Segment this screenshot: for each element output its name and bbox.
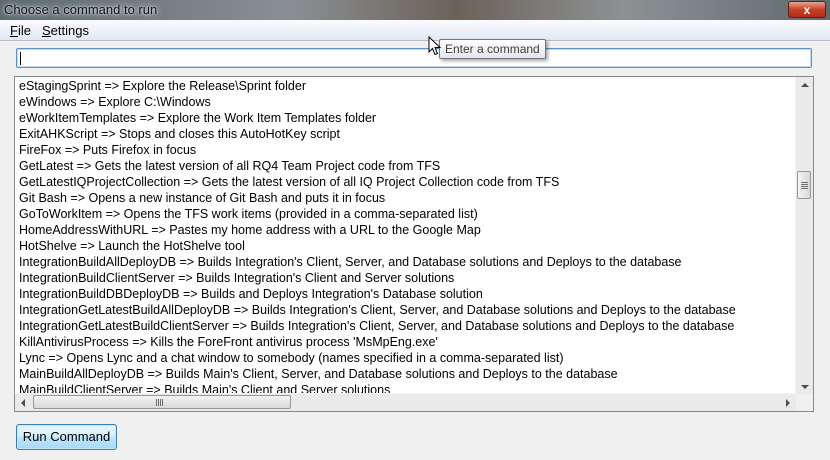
text-caret [20, 52, 21, 65]
window-title: Choose a command to run [4, 2, 158, 17]
list-item[interactable]: IntegrationBuildClientServer => Builds I… [19, 270, 454, 286]
vertical-scroll-thumb[interactable] [797, 171, 811, 199]
list-item[interactable]: HomeAddressWithURL => Pastes my home add… [19, 222, 481, 238]
command-list[interactable]: eStagingSprint => Explore the Release\Sp… [14, 76, 814, 412]
list-item[interactable]: IntegrationGetLatestBuildClientServer =>… [19, 318, 734, 334]
list-item[interactable]: IntegrationGetLatestBuildAllDeployDB => … [19, 302, 736, 318]
list-item[interactable]: FireFox => Puts Firefox in focus [19, 142, 196, 158]
scroll-down-arrow-icon[interactable] [801, 385, 809, 389]
menu-bar: File Settings [0, 20, 830, 41]
list-item[interactable]: eWorkItemTemplates => Explore the Work I… [19, 110, 376, 126]
list-item[interactable]: KillAntivirusProcess => Kills the ForeFr… [19, 334, 438, 350]
horizontal-scroll-thumb[interactable] [33, 395, 291, 409]
list-item[interactable]: HotShelve => Launch the HotShelve tool [19, 238, 245, 254]
command-input[interactable] [16, 48, 812, 68]
list-item[interactable]: Lync => Opens Lync and a chat window to … [19, 350, 564, 366]
list-item[interactable]: IntegrationBuildAllDeployDB => Builds In… [19, 254, 682, 270]
mouse-pointer-icon [428, 36, 442, 56]
menu-settings-label: ettings [50, 23, 89, 38]
list-item[interactable]: IntegrationBuildDBDeployDB => Builds and… [19, 286, 483, 302]
menu-settings[interactable]: Settings [42, 23, 89, 38]
list-item[interactable]: eWindows => Explore C:\Windows [19, 94, 211, 110]
menu-settings-mnemonic: S [42, 23, 51, 38]
command-tooltip: Enter a command [439, 39, 546, 59]
close-button[interactable]: x [788, 1, 826, 18]
menu-file[interactable]: File [10, 23, 31, 38]
close-icon: x [803, 3, 811, 17]
vertical-scrollbar[interactable] [795, 77, 813, 395]
run-command-button[interactable]: Run Command [16, 424, 117, 450]
list-item[interactable]: GetLatest => Gets the latest version of … [19, 158, 440, 174]
menu-file-mnemonic: F [10, 23, 18, 38]
title-bar: Choose a command to run x [0, 0, 830, 20]
command-list-items: eStagingSprint => Explore the Release\Sp… [15, 77, 796, 395]
scroll-up-arrow-icon[interactable] [801, 83, 809, 87]
menu-file-label: ile [17, 23, 31, 38]
list-item[interactable]: ExitAHKScript => Stops and closes this A… [19, 126, 340, 142]
horizontal-scrollbar[interactable] [15, 393, 796, 411]
scroll-left-arrow-icon[interactable] [21, 399, 25, 407]
list-item[interactable]: Git Bash => Opens a new instance of Git … [19, 190, 385, 206]
list-item[interactable]: GetLatestIQProjectCollection => Gets the… [19, 174, 559, 190]
scroll-right-arrow-icon[interactable] [786, 399, 790, 407]
list-item[interactable]: MainBuildAllDeployDB => Builds Main's Cl… [19, 366, 618, 382]
list-item[interactable]: GoToWorkItem => Opens the TFS work items… [19, 206, 478, 222]
scrollbar-corner [796, 394, 813, 411]
list-item[interactable]: eStagingSprint => Explore the Release\Sp… [19, 78, 306, 94]
